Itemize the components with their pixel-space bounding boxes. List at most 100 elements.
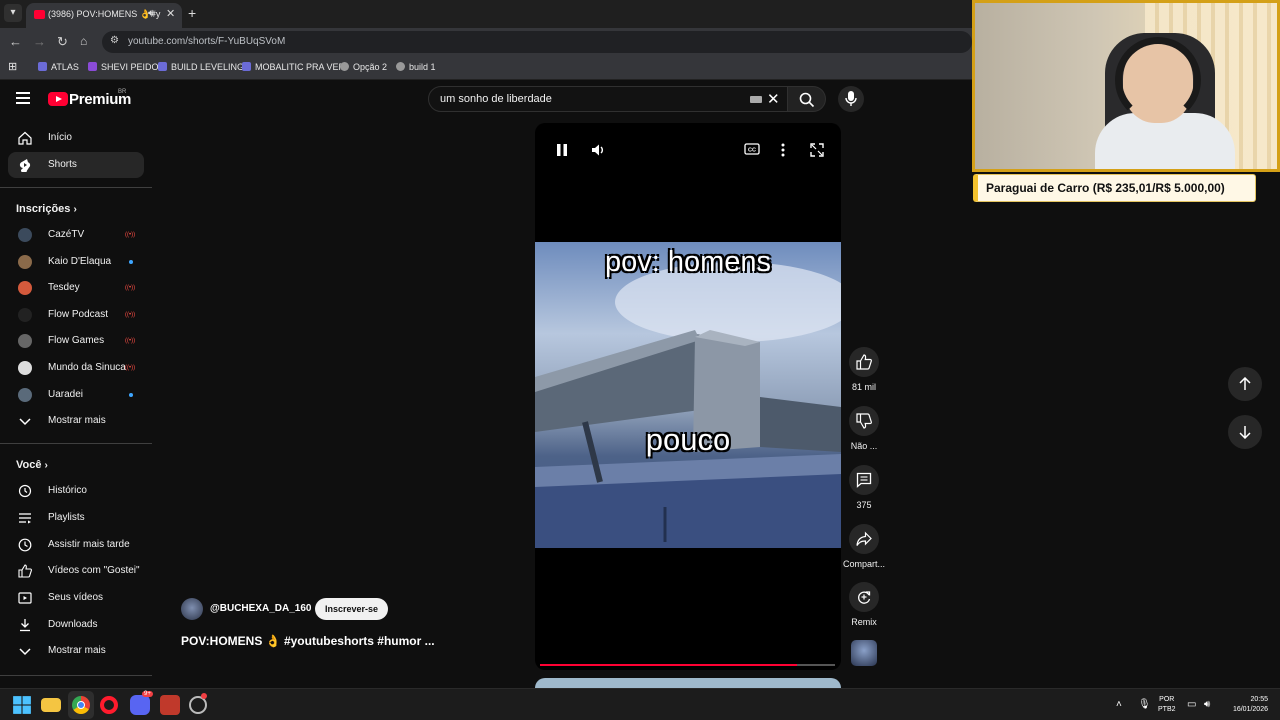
- sidebar-item-subscription[interactable]: Tesdey ((•)): [8, 275, 144, 301]
- sidebar-item-label: CazéTV: [48, 229, 85, 240]
- comment-count: 375: [856, 500, 872, 510]
- sidebar-item-label: Histórico: [48, 485, 87, 496]
- previous-short-button[interactable]: [1228, 367, 1262, 401]
- pause-icon[interactable]: [556, 143, 568, 157]
- browser-tab-active[interactable]: (3986) POV:HOMENS 👌#y 🔊︎ ✕: [26, 3, 182, 28]
- apps-grid-icon[interactable]: ⊞: [8, 60, 17, 73]
- menu-icon[interactable]: [16, 92, 30, 107]
- keyboard-layout: PTB2: [1158, 706, 1176, 713]
- sidebar-item-subscription[interactable]: CazéTV ((•)): [8, 222, 144, 248]
- back-arrow-icon[interactable]: ←: [9, 34, 22, 49]
- chevron-up-icon[interactable]: ˄: [1116, 699, 1122, 710]
- opera-icon[interactable]: [100, 696, 118, 714]
- sidebar-item-shorts[interactable]: Shorts: [8, 152, 144, 178]
- bookmark-build-1[interactable]: build 1: [396, 62, 436, 72]
- sidebar-item-subscription[interactable]: Flow Podcast ((•)): [8, 302, 144, 328]
- channel-avatar: [18, 228, 32, 242]
- comments-button[interactable]: [849, 465, 879, 495]
- search-icon: [799, 92, 815, 108]
- sidebar-item-liked-videos[interactable]: Vídeos com "Gostei": [8, 558, 144, 584]
- closed-captions-icon[interactable]: CC: [744, 143, 760, 155]
- next-short-button[interactable]: [1228, 415, 1262, 449]
- thumbs-up-icon: [18, 564, 32, 578]
- subscriptions-header[interactable]: Inscrições ›: [16, 203, 77, 215]
- dislike-button[interactable]: [849, 406, 879, 436]
- file-explorer-icon[interactable]: [41, 698, 61, 712]
- system-clock[interactable]: 20:55 16/01/2026: [1222, 695, 1268, 715]
- tab-search-button[interactable]: ▾: [4, 4, 22, 22]
- video-caption-middle: pouco: [645, 422, 731, 457]
- reload-icon[interactable]: ↻: [57, 34, 68, 50]
- chrome-taskbar-button[interactable]: [68, 691, 94, 719]
- bookmark-mobalitic[interactable]: MOBALITIC PRA VER: [242, 62, 345, 72]
- network-icon[interactable]: ▭: [1187, 699, 1196, 710]
- address-bar[interactable]: ⚙ youtube.com/shorts/F-YuBUqSVoM: [102, 31, 972, 53]
- volume-tray-icon[interactable]: 🔊︎: [1204, 699, 1210, 710]
- youtube-logo-icon[interactable]: [48, 92, 68, 106]
- sidebar-item-subscription[interactable]: Kaio D'Elaqua: [8, 249, 144, 275]
- app-icon-red[interactable]: [160, 695, 180, 715]
- home-icon: [18, 131, 32, 145]
- forward-arrow-icon[interactable]: →: [33, 34, 46, 49]
- progress-bar-fill: [540, 664, 797, 666]
- app-icon-circle[interactable]: [189, 693, 207, 714]
- share-button[interactable]: [849, 524, 879, 554]
- sidebar-item-subscription[interactable]: Uaradei: [8, 382, 144, 408]
- tab-audio-icon[interactable]: 🔊︎: [148, 8, 154, 19]
- new-tab-button[interactable]: +: [188, 5, 196, 21]
- sidebar-item-label: Tesdey: [48, 282, 80, 294]
- sound-channel-thumbnail[interactable]: [851, 640, 877, 666]
- progress-bar[interactable]: [540, 664, 835, 666]
- sidebar-item-history[interactable]: Histórico: [8, 478, 144, 504]
- channel-avatar[interactable]: [181, 598, 203, 620]
- video-scene-image: [535, 262, 841, 548]
- sidebar-item-playlists[interactable]: Playlists: [8, 505, 144, 531]
- bookmark-shevi-peido[interactable]: SHEVI PEIDO: [88, 62, 159, 72]
- shorts-player[interactable]: CC pov: homens pouco: [535, 123, 841, 670]
- sidebar-divider: [0, 187, 152, 188]
- search-input[interactable]: um sonho de liberdade ✕: [428, 86, 788, 112]
- video-frame[interactable]: pov: homens pouco: [535, 242, 841, 548]
- keyboard-icon[interactable]: [750, 96, 762, 103]
- sidebar-item-home[interactable]: Início: [8, 125, 144, 151]
- sidebar-divider: [0, 443, 152, 444]
- sidebar-item-label: Assistir mais tarde: [48, 539, 130, 550]
- tab-close-icon[interactable]: ✕: [166, 7, 175, 20]
- bookmark-atlas[interactable]: ATLAS: [38, 62, 79, 72]
- discord-icon[interactable]: 9+: [130, 691, 153, 715]
- more-options-icon[interactable]: [781, 143, 785, 157]
- voice-search-button[interactable]: [838, 86, 864, 112]
- short-title[interactable]: POV:HOMENS 👌 #youtubeshorts #humor ...: [181, 634, 435, 648]
- sidebar-item-label: Downloads: [48, 619, 98, 630]
- sidebar-item-show-more-you[interactable]: Mostrar mais: [8, 638, 144, 664]
- remix-button[interactable]: [849, 582, 879, 612]
- bookmark-label: build 1: [409, 62, 436, 72]
- sidebar-item-label: Shorts: [48, 159, 77, 170]
- you-header[interactable]: Você ›: [16, 459, 48, 471]
- subscribe-button[interactable]: Inscrever-se: [315, 598, 388, 620]
- language-indicator[interactable]: POR PTB2: [1158, 695, 1176, 715]
- bookmark-build-leveling[interactable]: BUILD LEVELING: [158, 62, 244, 72]
- channel-handle[interactable]: @BUCHEXA_DA_160: [210, 603, 311, 614]
- like-button[interactable]: [849, 347, 879, 377]
- site-info-icon[interactable]: ⚙: [110, 35, 119, 46]
- clear-search-icon[interactable]: ✕: [767, 90, 780, 108]
- sidebar-item-label: Kaio D'Elaqua: [48, 255, 112, 267]
- microphone-tray-icon[interactable]: 🎙︎: [1138, 699, 1151, 710]
- volume-icon[interactable]: [591, 143, 607, 157]
- url-text: youtube.com/shorts/F-YuBUqSVoM: [128, 36, 286, 47]
- sidebar-item-show-more-subscriptions[interactable]: Mostrar mais: [8, 408, 144, 434]
- sidebar-item-downloads[interactable]: Downloads: [8, 612, 144, 638]
- search-button[interactable]: [788, 86, 826, 112]
- home-browser-icon[interactable]: ⌂: [80, 34, 87, 48]
- shorts-icon: [19, 159, 31, 172]
- windows-start-icon[interactable]: [12, 695, 32, 715]
- bookmark-opcao-2[interactable]: Opção 2: [340, 62, 387, 72]
- fullscreen-icon[interactable]: [810, 143, 824, 157]
- sidebar-item-your-videos[interactable]: Seus vídeos: [8, 585, 144, 611]
- sidebar-item-watch-later[interactable]: Assistir mais tarde: [8, 532, 144, 558]
- sidebar-item-subscription[interactable]: Flow Games ((•)): [8, 328, 144, 354]
- clock-time: 20:55: [1250, 696, 1268, 703]
- tab-title: (3986) POV:HOMENS 👌#y: [48, 9, 161, 19]
- sidebar-item-subscription[interactable]: Mundo da Sinuca ((•)): [8, 355, 144, 381]
